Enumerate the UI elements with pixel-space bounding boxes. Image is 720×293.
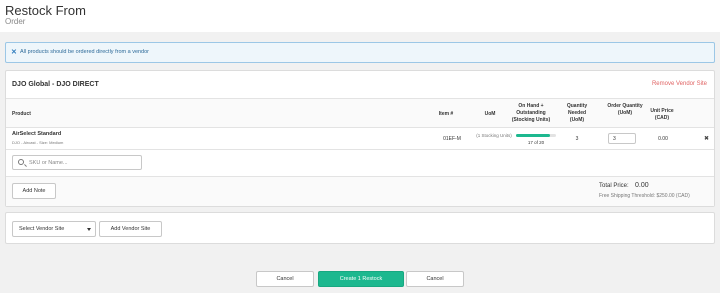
column-header-uom: UoM xyxy=(484,111,496,117)
add-note-button[interactable]: Add Note xyxy=(12,183,56,199)
table-row: AirSelect Standard DJO - Aircast - Size:… xyxy=(6,128,714,150)
create-restock-button[interactable]: Create 1 Restock xyxy=(318,271,404,287)
sku-search-input[interactable] xyxy=(29,158,139,168)
column-header-order-qty: Order Quantity (UoM) xyxy=(607,103,643,116)
order-quantity-input[interactable] xyxy=(608,133,636,144)
sku-search[interactable] xyxy=(12,155,142,170)
close-icon[interactable]: ✕ xyxy=(11,48,17,56)
info-alert: ✕ All products should be ordered directl… xyxy=(5,42,715,63)
page-header: Restock From Order xyxy=(0,0,720,32)
column-header-qty-needed: Quantity Needed (UoM) xyxy=(566,103,588,123)
vendor-name: DJO Global - DJO DIRECT xyxy=(12,81,99,88)
unit-price: 0.00 xyxy=(658,136,668,142)
search-icon xyxy=(18,159,24,165)
close-icon[interactable]: ✖ xyxy=(704,135,709,142)
column-header-onhand: On Hand + Outstanding (Stocking Units) xyxy=(511,103,551,123)
page-subtitle: Order xyxy=(5,17,26,26)
remove-vendor-site-link[interactable]: Remove Vendor Site xyxy=(652,81,707,87)
quantity-needed: 3 xyxy=(575,136,579,142)
onhand-progress-fill xyxy=(516,134,550,137)
table-header: Product Item # UoM On Hand + Outstanding… xyxy=(6,98,714,128)
vendor-card-footer: Add Note Total Price: 0.00 Free Shipping… xyxy=(6,176,714,206)
add-vendor-card: Select Vendor Site Add Vendor Site xyxy=(5,212,715,244)
column-header-item: Item # xyxy=(438,111,454,117)
total-price-value: 0.00 xyxy=(635,182,649,189)
alert-text: All products should be ordered directly … xyxy=(20,49,150,55)
cancel-button[interactable]: Cancel xyxy=(256,271,314,287)
total-price-label: Total Price: xyxy=(599,183,629,189)
item-number: 01EF-M xyxy=(443,136,461,142)
product-description: DJO - Aircast - Size: Medium xyxy=(12,140,64,145)
caret-down-icon xyxy=(87,228,91,231)
vendor-site-select[interactable]: Select Vendor Site xyxy=(12,221,96,237)
vendor-site-select-label: Select Vendor Site xyxy=(19,226,65,232)
cancel-button[interactable]: Cancel xyxy=(406,271,464,287)
add-vendor-site-button[interactable]: Add Vendor Site xyxy=(99,221,162,237)
action-bar: Cancel Create 1 Restock Cancel xyxy=(0,268,720,293)
vendor-card: DJO Global - DJO DIRECT Remove Vendor Si… xyxy=(5,70,715,207)
column-header-unit-price: Unit Price (CAD) xyxy=(650,108,674,121)
column-header-product: Product xyxy=(12,111,31,117)
uom-value: (1 Stocking Units) xyxy=(476,133,512,138)
onhand-progress-bar xyxy=(516,134,556,137)
free-shipping-threshold: Free Shipping Threshold: $250.00 (CAD) xyxy=(599,193,690,199)
page-title: Restock From xyxy=(5,3,86,18)
onhand-label: 17 of 20 xyxy=(527,140,545,145)
product-name: AirSelect Standard xyxy=(12,131,62,137)
